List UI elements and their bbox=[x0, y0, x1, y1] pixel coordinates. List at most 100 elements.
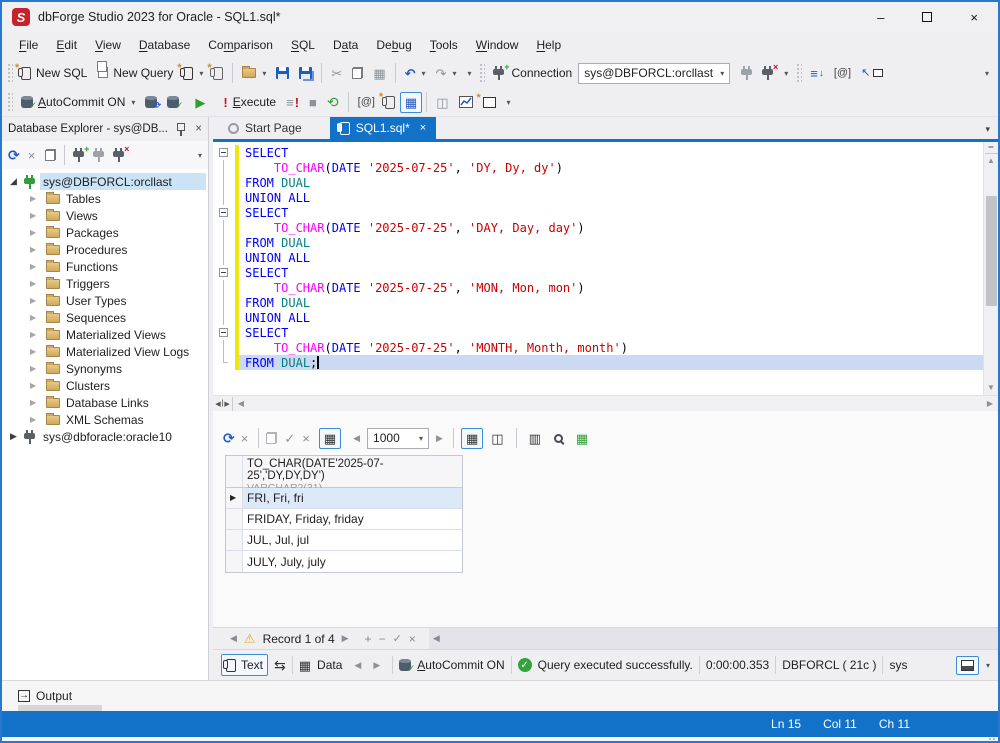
fold-gutter[interactable] bbox=[213, 325, 235, 340]
explorer-close-icon[interactable]: × bbox=[195, 123, 202, 135]
output-panel-label[interactable]: Output bbox=[36, 689, 72, 703]
autocommit-button[interactable]: ✓ AutoCommit ON ▾ bbox=[16, 91, 140, 113]
fold-gutter[interactable] bbox=[213, 205, 235, 220]
toolbar-grip[interactable] bbox=[796, 63, 803, 83]
menu-database[interactable]: Database bbox=[130, 34, 199, 56]
cell-value[interactable]: FRI, Fri, fri bbox=[243, 488, 462, 508]
refresh-icon[interactable]: ⟳ bbox=[8, 148, 20, 162]
code-line[interactable]: FROM DUAL bbox=[213, 235, 983, 250]
go-to-line-button[interactable]: ≡ ↓ bbox=[805, 63, 829, 84]
expand-arrow-icon[interactable]: ▶ bbox=[30, 381, 36, 390]
maximize-button[interactable] bbox=[922, 10, 933, 25]
toolbar-overflow-button[interactable]: ▾ bbox=[461, 65, 476, 82]
tree-item-procedures[interactable]: ▶ Procedures bbox=[2, 241, 208, 258]
scroll-left-arrow[interactable]: ◀ bbox=[233, 399, 249, 408]
code-line[interactable]: SELECT bbox=[213, 325, 983, 340]
cell-value[interactable]: JULY, July, july bbox=[243, 551, 462, 572]
autocommit-status[interactable]: AutoCommit ON bbox=[417, 658, 504, 672]
cancel-edit-button[interactable]: × bbox=[409, 632, 416, 646]
new-connection-icon[interactable]: + bbox=[73, 144, 89, 162]
results-layout-button[interactable] bbox=[955, 655, 979, 675]
table-row[interactable]: JUL, Jul, jul bbox=[226, 530, 462, 551]
export-data-button[interactable]: ▦ bbox=[571, 428, 593, 449]
fold-gutter[interactable] bbox=[213, 295, 235, 310]
new-connection2-button[interactable]: + bbox=[488, 62, 509, 84]
overflow-icon[interactable]: ▾ bbox=[986, 661, 990, 670]
sql-toolbar-overflow-button[interactable]: ▾ bbox=[501, 94, 516, 111]
cut-button[interactable]: ✂ bbox=[326, 63, 347, 84]
fold-gutter[interactable] bbox=[213, 235, 235, 250]
minimize-button[interactable]: – bbox=[877, 10, 884, 25]
post-edit-button[interactable]: ✓ bbox=[393, 632, 402, 645]
pin-icon[interactable] bbox=[176, 122, 186, 136]
execute-script-button[interactable]: ≡ ! bbox=[281, 92, 304, 113]
editor-horizontal-scrollbar[interactable]: ◀ | ▶ ◀ ▶ bbox=[213, 395, 998, 411]
new-query-button[interactable]: New Query bbox=[92, 61, 178, 84]
refresh-icon[interactable]: ⟳ bbox=[223, 431, 235, 445]
history-button[interactable]: ⟲ bbox=[322, 92, 344, 113]
delete-record-button[interactable]: − bbox=[379, 632, 386, 646]
toolbar-grip[interactable] bbox=[7, 63, 13, 83]
data-view-label[interactable]: Data bbox=[317, 658, 342, 672]
resize-grip[interactable] bbox=[2, 737, 998, 741]
commit-button[interactable]: ⟳ bbox=[140, 92, 162, 112]
expand-arrow-icon[interactable]: ▶ bbox=[30, 211, 36, 220]
code-line[interactable]: TO_CHAR(DATE '2025-07-25', 'MONTH, Month… bbox=[213, 340, 983, 355]
code-line[interactable]: SELECT bbox=[213, 205, 983, 220]
layout-button[interactable]: ◫ bbox=[431, 92, 453, 113]
bind-parameters-button[interactable]: [@] bbox=[353, 92, 380, 113]
expand-arrow-icon[interactable]: ▶ bbox=[30, 228, 36, 237]
code-line[interactable]: UNION ALL bbox=[213, 250, 983, 265]
apply-changes-icon[interactable]: ✓ bbox=[284, 432, 295, 445]
open-file-button[interactable]: ▾ bbox=[237, 64, 271, 82]
stop-refresh-icon[interactable]: × bbox=[28, 149, 36, 162]
expand-arrow-icon[interactable]: ▶ bbox=[30, 364, 36, 373]
tree-item-views[interactable]: ▶ Views bbox=[2, 207, 208, 224]
commit-edits-icon[interactable] bbox=[266, 432, 278, 444]
new-window-button[interactable] bbox=[477, 92, 501, 112]
tree-item-packages[interactable]: ▶ Packages bbox=[2, 224, 208, 241]
toolbar-grip[interactable] bbox=[7, 92, 13, 112]
code-line[interactable]: FROM DUAL bbox=[213, 295, 983, 310]
tree-item-sequences[interactable]: ▶ Sequences bbox=[2, 309, 208, 326]
sql-editor[interactable]: SELECT TO_CHAR(DATE '2025-07-25', 'DY, D… bbox=[213, 142, 998, 395]
table-row[interactable]: FRIDAY, Friday, friday bbox=[226, 509, 462, 530]
tab-list-dropdown-icon[interactable]: ▾ bbox=[985, 124, 990, 135]
undo-button[interactable]: ↶ ▾ bbox=[400, 63, 431, 84]
scroll-track[interactable] bbox=[249, 396, 982, 411]
close-button[interactable]: × bbox=[970, 10, 978, 25]
expand-arrow-icon[interactable]: ▶ bbox=[30, 262, 36, 271]
fold-gutter[interactable] bbox=[213, 145, 235, 160]
split-editor-handle[interactable]: ═ bbox=[984, 142, 998, 154]
expand-arrow-icon[interactable]: ▶ bbox=[30, 279, 36, 288]
disconnect-button[interactable]: × bbox=[757, 62, 778, 84]
disconnect-icon[interactable]: × bbox=[113, 144, 129, 162]
grid-view-button[interactable]: ▦ bbox=[460, 427, 484, 449]
table-row[interactable]: ▶ FRI, Fri, fri bbox=[226, 488, 462, 509]
menu-data[interactable]: Data bbox=[324, 34, 367, 56]
code-line[interactable]: FROM DUAL; bbox=[213, 355, 983, 370]
tab-close-icon[interactable]: × bbox=[420, 122, 426, 134]
scroll-up-arrow[interactable]: ▲ bbox=[987, 154, 995, 168]
column-visibility-button[interactable]: ▥ bbox=[524, 428, 546, 449]
expand-arrow-icon[interactable]: ▶ bbox=[30, 347, 36, 356]
expand-arrow-icon[interactable]: ▶ bbox=[10, 431, 17, 442]
card-view-button[interactable]: ◫ bbox=[486, 428, 508, 449]
next-result-button[interactable]: ▶ bbox=[373, 659, 380, 672]
code-line[interactable]: SELECT bbox=[213, 265, 983, 280]
expand-arrow-icon[interactable]: ▶ bbox=[30, 296, 36, 305]
fold-gutter[interactable] bbox=[213, 160, 235, 175]
text-view-button[interactable]: Text bbox=[221, 654, 269, 676]
menu-comparison[interactable]: Comparison bbox=[199, 34, 282, 56]
menu-help[interactable]: Help bbox=[527, 34, 570, 56]
code-line[interactable]: TO_CHAR(DATE '2025-07-25', 'DAY, Day, da… bbox=[213, 220, 983, 235]
fold-gutter[interactable] bbox=[213, 340, 235, 355]
fold-gutter[interactable] bbox=[213, 355, 235, 370]
fold-gutter[interactable] bbox=[213, 250, 235, 265]
new-sql-button[interactable]: New SQL bbox=[15, 62, 92, 84]
connect-icon[interactable] bbox=[93, 148, 105, 162]
menu-window[interactable]: Window bbox=[467, 34, 528, 56]
expand-arrow-icon[interactable]: ▶ bbox=[30, 313, 36, 322]
overflow-icon[interactable]: ▾ bbox=[198, 151, 202, 160]
find-in-grid-button[interactable] bbox=[549, 430, 568, 447]
